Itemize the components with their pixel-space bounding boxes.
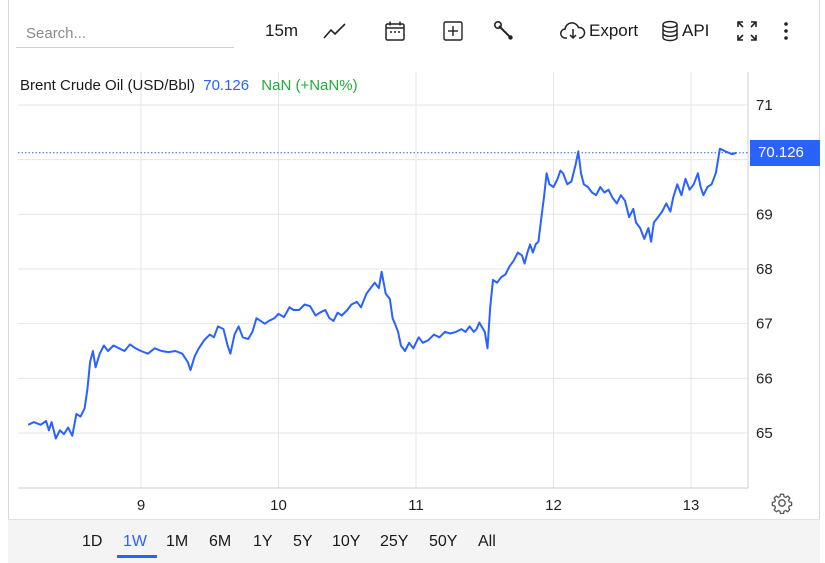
range-6m-button[interactable]: 6M xyxy=(209,533,231,551)
range-selector: 1D 1W 1M 6M 1Y 5Y 10Y 25Y 50Y All xyxy=(8,519,820,563)
range-25y-button[interactable]: 25Y xyxy=(380,533,408,551)
y-tick-label: 66 xyxy=(756,370,773,387)
range-1w-button[interactable]: 1W xyxy=(123,533,147,551)
range-50y-button[interactable]: 50Y xyxy=(429,533,457,551)
gear-icon xyxy=(771,493,793,515)
chart-settings-button[interactable] xyxy=(771,492,793,515)
price-series-line xyxy=(27,147,737,440)
range-1m-button[interactable]: 1M xyxy=(166,533,188,551)
y-tick-label: 67 xyxy=(756,316,773,333)
range-5y-button[interactable]: 5Y xyxy=(293,533,313,551)
x-tick-label: 12 xyxy=(545,497,562,514)
range-all-button[interactable]: All xyxy=(478,533,496,551)
y-tick-label: 71 xyxy=(756,97,773,114)
chart-legend: Brent Crude Oil (USD/Bbl) 70.126 NaN (+N… xyxy=(20,77,358,94)
instrument-name: Brent Crude Oil (USD/Bbl) xyxy=(20,77,196,94)
y-tick-label: 65 xyxy=(756,425,773,442)
x-tick-label: 10 xyxy=(270,497,287,514)
last-price: 70.126 xyxy=(203,77,250,94)
y-tick-label: 68 xyxy=(756,261,773,278)
x-tick-label: 9 xyxy=(137,497,145,514)
last-price-tag: 70.126 xyxy=(750,139,820,166)
price-change: NaN (+NaN%) xyxy=(261,77,358,94)
x-tick-label: 13 xyxy=(683,497,700,514)
range-1y-button[interactable]: 1Y xyxy=(253,533,273,551)
range-1d-button[interactable]: 1D xyxy=(82,533,102,551)
x-tick-label: 11 xyxy=(408,497,424,514)
active-range-indicator xyxy=(117,555,157,558)
y-tick-label: 69 xyxy=(756,206,773,223)
range-10y-button[interactable]: 10Y xyxy=(332,533,360,551)
